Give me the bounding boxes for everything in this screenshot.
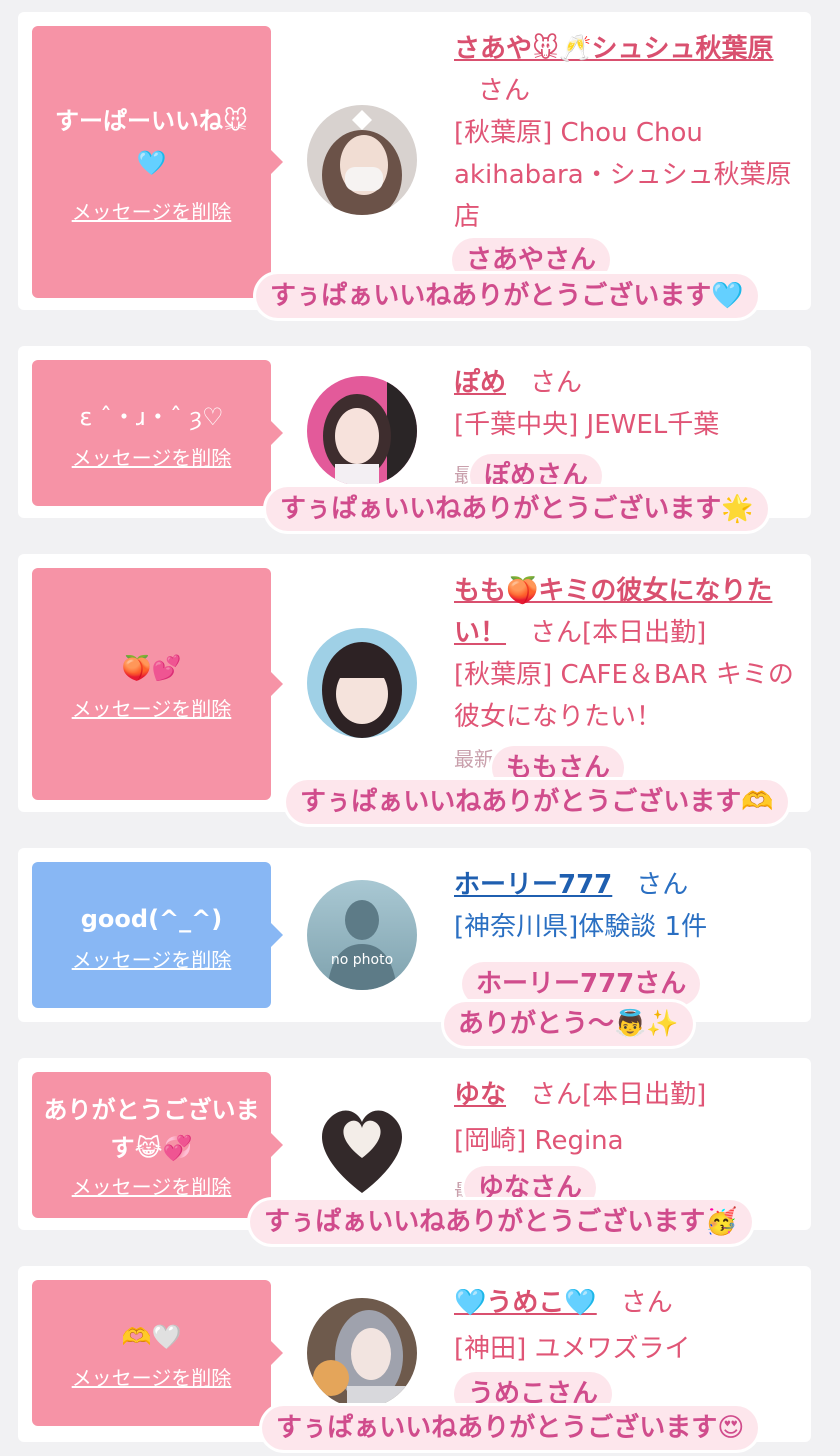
- avatar[interactable]: [307, 376, 417, 486]
- attendance-badge: [本日出勤]: [582, 1080, 707, 1110]
- user-name-link[interactable]: ゆな: [454, 1080, 506, 1110]
- message-bubble: ε ˆ・ɹ・ˆ ȝ♡ メッセージを削除: [32, 360, 283, 506]
- photo-girl-plush-icon: [307, 1298, 417, 1408]
- shop-name: [神田] ユメワズライ: [454, 1334, 691, 1364]
- user-info: もも🍑キミの彼女になりたい！ さん[本日出勤] [秋葉原] CAFE＆BAR キミ…: [454, 570, 797, 768]
- honorific: さん: [530, 1080, 583, 1110]
- honorific: さん: [636, 870, 689, 900]
- like-card: 🍑💕 メッセージを削除 もも🍑キミの彼女になりたい！ さん[本日出勤] [秋葉原]…: [18, 554, 811, 812]
- user-name-link[interactable]: 🩵うめこ🩵: [454, 1288, 597, 1318]
- message-text: good(^_^): [80, 904, 223, 933]
- avatar[interactable]: [307, 628, 417, 738]
- overlay-sticker-message: すぅぱぁいいねありがとうございます🥳: [250, 1200, 752, 1244]
- message-text: ε ˆ・ɹ・ˆ ȝ♡: [79, 402, 224, 431]
- overlay-sticker-message: すぅぱぁいいねありがとうございます🩵: [256, 274, 758, 318]
- message-bubble: 🍑💕 メッセージを削除: [32, 568, 283, 800]
- delete-message-link[interactable]: メッセージを削除: [72, 1171, 232, 1200]
- photo-girl-bangs-icon: [307, 628, 417, 738]
- message-bubble: すーぱーいいね🐭🩵 メッセージを削除: [32, 26, 283, 298]
- shop-name: [秋葉原] Chou Chou akihabara・シュシュ秋葉原店: [454, 118, 792, 232]
- message-text: ありがとうございます😹💞: [43, 1095, 260, 1162]
- user-name-link[interactable]: ぽめ: [454, 368, 506, 398]
- message-bubble: 🫶🤍 メッセージを削除: [32, 1280, 283, 1426]
- overlay-sticker-message: ありがとう〜👼✨: [444, 1002, 693, 1046]
- delete-message-link[interactable]: メッセージを削除: [72, 693, 232, 722]
- message-text: 🫶🤍: [121, 1322, 182, 1351]
- avatar[interactable]: [307, 105, 417, 215]
- delete-message-link[interactable]: メッセージを削除: [72, 442, 232, 471]
- user-name-link[interactable]: ホーリー777: [454, 870, 612, 900]
- delete-message-link[interactable]: メッセージを削除: [72, 196, 232, 225]
- honorific: さん: [530, 368, 583, 398]
- user-name-link[interactable]: さあや🐭🥂シュシュ秋葉原: [454, 34, 774, 64]
- user-info: さあや🐭🥂シュシュ秋葉原さん [秋葉原] Chou Chou akihabara…: [454, 28, 797, 268]
- attendance-badge: [本日出勤]: [582, 618, 707, 648]
- message-text: 🍑💕: [121, 653, 182, 682]
- no-photo-label: no photo: [330, 952, 394, 968]
- overlay-sticker-name: ホーリー777さん: [462, 962, 701, 1006]
- overlay-sticker-message: すぅぱぁいいねありがとうございます😍: [262, 1406, 759, 1450]
- delete-message-link[interactable]: メッセージを削除: [72, 1362, 232, 1391]
- shop-name: [千葉中央] JEWEL千葉: [454, 410, 720, 440]
- like-card: すーぱーいいね🐭🩵 メッセージを削除 さあや🐭🥂シュシュ秋葉原さん [秋葉原] …: [18, 12, 811, 310]
- honorific: さん: [620, 1288, 673, 1318]
- shop-name: [秋葉原] CAFE＆BAR キミの彼女になりたい！: [454, 660, 794, 732]
- photo-girl-face-mask-icon: [307, 105, 417, 215]
- photo-girl-heart-frame-icon: [307, 1088, 417, 1198]
- overlay-sticker-message: すぅぱぁいいねありがとうございます🌟: [266, 487, 768, 531]
- message-bubble: good(^_^) メッセージを削除: [32, 862, 283, 1008]
- avatar[interactable]: no photo: [307, 880, 417, 990]
- shop-name: [岡崎] Regina: [454, 1126, 624, 1156]
- shop-name: [神奈川県]体験談 1件: [454, 912, 708, 942]
- no-photo-silhouette-icon: [307, 880, 417, 990]
- avatar[interactable]: [307, 1088, 417, 1198]
- avatar[interactable]: [307, 1298, 417, 1408]
- photo-girl-pink-icon: [307, 376, 417, 486]
- user-info: ホーリー777 さん [神奈川県]体験談 1件: [454, 864, 797, 948]
- honorific: さん: [478, 76, 531, 106]
- message-bubble: ありがとうございます😹💞 メッセージを削除: [32, 1072, 283, 1218]
- message-text: すーぱーいいね🐭🩵: [54, 106, 249, 177]
- honorific: さん: [530, 618, 583, 648]
- delete-message-link[interactable]: メッセージを削除: [72, 944, 232, 973]
- overlay-sticker-message: すぅぱぁいいねありがとうございます🫶: [286, 780, 788, 824]
